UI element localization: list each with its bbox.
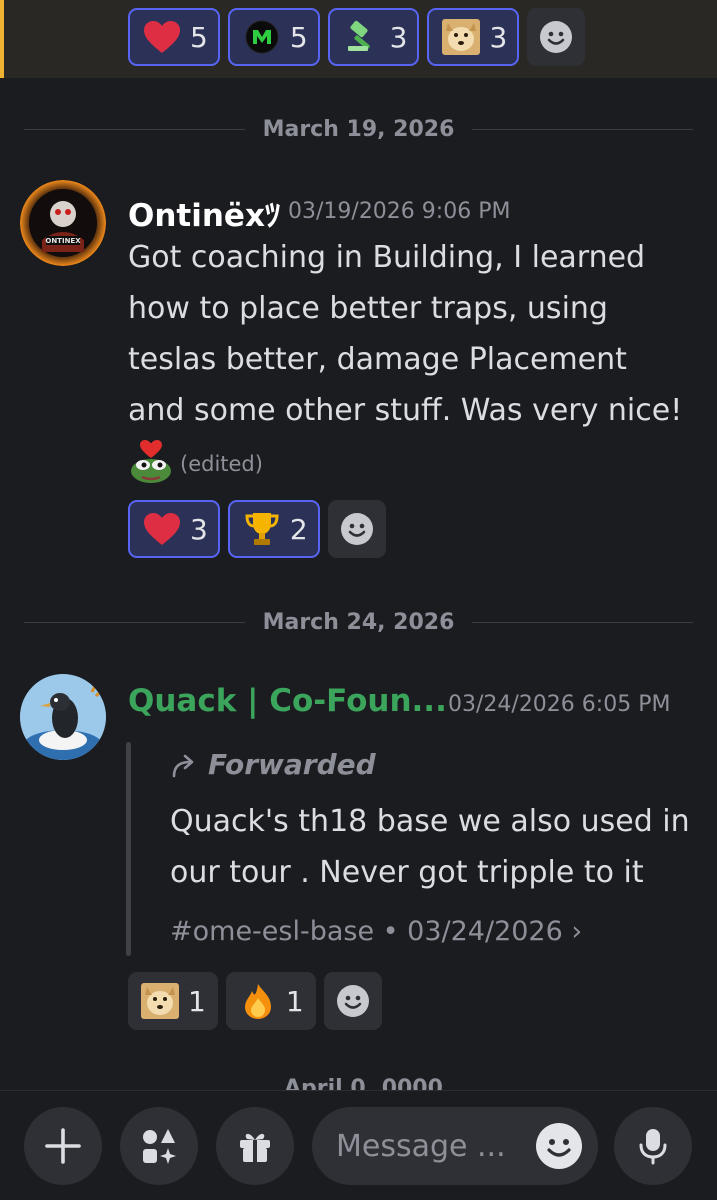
- microphone-icon: [639, 1129, 667, 1165]
- edited-label: (edited): [180, 452, 263, 476]
- green-hammer-icon: [342, 17, 382, 57]
- message-line: Got coaching in Building, I learned: [128, 240, 646, 275]
- username-text: Quack | Co-Foun...: [128, 683, 447, 719]
- trophy-icon: [242, 509, 282, 549]
- username-text: Ontinëxﾂ: [128, 198, 281, 234]
- username[interactable]: Ontinëxﾂ: [128, 190, 280, 235]
- forwarded-text: Forwarded: [208, 748, 376, 781]
- message-reaction-row: 1 1: [128, 972, 382, 1030]
- message-line: our tour . Never got tripple to it: [170, 855, 644, 890]
- ontinex-avatar-image: ONTINEX: [20, 180, 106, 266]
- message-input[interactable]: Message ...: [312, 1107, 598, 1185]
- top-reaction-row: 5 5 3 3: [128, 8, 586, 66]
- avatar[interactable]: [20, 674, 106, 760]
- reaction-doge[interactable]: 3: [427, 8, 520, 66]
- reaction-heart[interactable]: 5: [128, 8, 220, 66]
- reaction-trophy[interactable]: 2: [227, 500, 320, 558]
- forward-arrow-icon: [172, 754, 194, 777]
- forwarded-message-body: Quack's th18 base we also used in our to…: [170, 796, 690, 898]
- red-heart-icon: [142, 17, 182, 57]
- add-reaction-button[interactable]: [323, 972, 382, 1030]
- reaction-heart[interactable]: 3: [128, 500, 220, 558]
- add-attachment-button[interactable]: [24, 1107, 102, 1185]
- reaction-count: 5: [289, 20, 308, 54]
- username[interactable]: Quack | Co-Foun...: [128, 683, 447, 719]
- reaction-hammer[interactable]: 3: [327, 8, 420, 66]
- date-divider: March 19, 2026: [24, 114, 693, 144]
- avatar[interactable]: ONTINEX: [20, 180, 106, 266]
- date-divider: March 24, 2026: [24, 607, 693, 637]
- red-heart-icon: [142, 509, 182, 549]
- smiley-icon: [537, 1124, 581, 1168]
- fire-icon: [238, 981, 278, 1021]
- forwarded-label: Forwarded: [170, 748, 376, 781]
- reaction-doge[interactable]: 1: [128, 972, 218, 1030]
- gift-button[interactable]: [216, 1107, 294, 1185]
- message-body: Got coaching in Building, I learned how …: [128, 232, 682, 436]
- message-reaction-row: 3 2: [128, 500, 386, 558]
- smiley-icon: [336, 985, 369, 1017]
- doge-icon: [140, 981, 180, 1021]
- pepe-love-emoji-icon: [128, 438, 174, 484]
- reaction-count: 3: [389, 20, 408, 54]
- add-reaction-button[interactable]: [527, 8, 586, 66]
- emoji-picker-button[interactable]: [536, 1123, 582, 1169]
- forward-quote-bar: [126, 742, 131, 956]
- svg-text:ONTINEX: ONTINEX: [45, 237, 81, 245]
- message-timestamp: 03/24/2026 6:05 PM: [448, 692, 671, 717]
- reaction-fire[interactable]: 1: [225, 972, 316, 1030]
- gift-icon: [240, 1133, 270, 1162]
- doge-icon: [441, 17, 481, 57]
- reaction-count: 1: [285, 984, 304, 1018]
- reaction-m-logo[interactable]: 5: [227, 8, 320, 66]
- plus-icon: [45, 1128, 81, 1164]
- message-line: teslas better, damage Placement: [128, 342, 627, 377]
- message-composer: Message ...: [0, 1090, 717, 1200]
- message-line: Quack's th18 base we also used in: [170, 804, 690, 839]
- voice-message-button[interactable]: [614, 1107, 692, 1185]
- smiley-icon: [340, 513, 373, 545]
- reaction-count: 3: [489, 20, 508, 54]
- m-logo-icon: [242, 17, 282, 57]
- mention-accent-bar: [0, 0, 4, 78]
- duck-avatar-image: [20, 674, 106, 760]
- reaction-count: 2: [289, 512, 308, 546]
- message-line: how to place better traps, using: [128, 291, 608, 326]
- date-divider-label: March 24, 2026: [262, 609, 455, 635]
- add-reaction-button[interactable]: [327, 500, 386, 558]
- date-divider-label: March 19, 2026: [262, 116, 455, 142]
- message-timestamp: 03/19/2026 9:06 PM: [288, 199, 511, 224]
- reaction-count: 5: [190, 20, 208, 54]
- reaction-count: 1: [188, 984, 206, 1018]
- message-line: and some other stuff. Was very nice!: [128, 393, 683, 428]
- chat-screen: 5 5 3 3 March 19, 2026 ONTINEX Ontinëxﾂ …: [0, 0, 717, 1200]
- message-input-placeholder: Message ...: [336, 1128, 506, 1164]
- smiley-icon: [540, 21, 573, 53]
- reaction-count: 3: [190, 512, 208, 546]
- apps-icon: [143, 1129, 176, 1164]
- forward-source-link[interactable]: #ome-esl-base • 03/24/2026 ›: [170, 916, 582, 947]
- apps-button[interactable]: [120, 1107, 198, 1185]
